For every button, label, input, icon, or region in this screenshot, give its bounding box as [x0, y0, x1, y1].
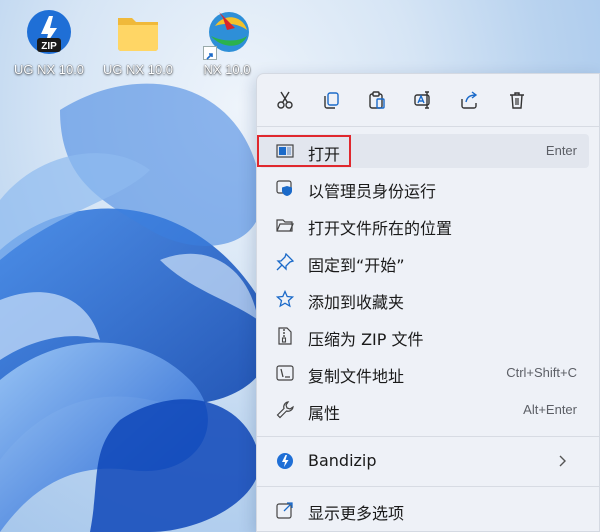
menu-item-shortcut: Ctrl+Shift+C: [506, 365, 577, 380]
delete-button[interactable]: [505, 88, 529, 112]
menu-item-compress-zip[interactable]: 压缩为 ZIP 文件: [259, 319, 589, 353]
shield-icon: [276, 179, 294, 197]
more-options-icon: [276, 501, 294, 519]
menu-item-shortcut: Alt+Enter: [523, 402, 577, 417]
folder-icon: [112, 6, 164, 58]
menu-item-bandizip[interactable]: Bandizip: [259, 444, 589, 478]
rename-button[interactable]: [411, 88, 435, 112]
menu-separator: [257, 486, 599, 487]
wrench-icon: [276, 401, 294, 419]
menu-item-label: 固定到“开始”: [308, 256, 405, 275]
menu-separator: [257, 126, 599, 127]
menu-item-label: 打开: [308, 145, 341, 164]
chevron-right-icon: [557, 453, 567, 467]
desktop-icon-label: UG NX 10.0: [102, 62, 174, 77]
menu-item-label: Bandizip: [308, 451, 377, 470]
menu-item-show-more-options[interactable]: 显示更多选项: [259, 493, 589, 527]
menu-item-open-file-location[interactable]: 打开文件所在的位置: [259, 208, 589, 242]
bandizip-icon: [276, 452, 294, 470]
menu-item-label: 压缩为 ZIP 文件: [308, 330, 424, 349]
menu-item-properties[interactable]: 属性 Alt+Enter: [259, 393, 589, 427]
zip-file-icon: [276, 327, 294, 345]
share-button[interactable]: [457, 88, 481, 112]
cut-button[interactable]: [273, 88, 297, 112]
desktop-icon-ug-nx-folder[interactable]: UG NX 10.0: [95, 6, 181, 77]
menu-item-open[interactable]: 打开 Enter: [259, 134, 589, 168]
menu-item-add-to-favorites[interactable]: 添加到收藏夹: [259, 282, 589, 316]
menu-separator: [257, 436, 599, 437]
menu-item-run-as-admin[interactable]: 以管理员身份运行: [259, 171, 589, 205]
menu-item-label: 打开文件所在的位置: [308, 219, 453, 238]
copy-icon: [324, 92, 339, 109]
menu-item-label: 属性: [308, 404, 341, 423]
folder-open-icon: [276, 216, 294, 234]
desktop-icon-label: UG NX 10.0: [13, 62, 85, 77]
pin-icon: [276, 252, 295, 271]
delete-icon: [510, 92, 524, 109]
context-menu-toolbar: [257, 74, 599, 126]
menu-item-copy-path[interactable]: 复制文件地址 Ctrl+Shift+C: [259, 356, 589, 390]
share-icon: [461, 91, 478, 109]
menu-item-pin-to-start[interactable]: 固定到“开始”: [259, 245, 589, 279]
open-window-icon: [276, 142, 294, 160]
rename-icon: [414, 91, 430, 109]
nx-app-shortcut-icon: [201, 6, 253, 60]
shortcut-arrow-icon: [203, 46, 217, 60]
menu-item-label: 添加到收藏夹: [308, 293, 405, 312]
desktop-icon-nx-shortcut[interactable]: NX 10.0: [184, 6, 270, 77]
context-menu: 打开 Enter 以管理员身份运行 打开文件所在的位置 固定到“开始” 添加到收…: [256, 73, 600, 532]
menu-item-label: 复制文件地址: [308, 367, 405, 386]
cut-icon: [277, 91, 293, 109]
desktop-icon-ug-nx-zip[interactable]: ZIP UG NX 10.0: [6, 6, 92, 77]
paste-button[interactable]: [365, 88, 389, 112]
copy-path-icon: [276, 364, 294, 382]
svg-text:ZIP: ZIP: [41, 41, 57, 52]
star-icon: [275, 289, 295, 308]
menu-item-shortcut: Enter: [545, 143, 577, 158]
menu-item-label: 以管理员身份运行: [308, 182, 437, 201]
copy-button[interactable]: [319, 88, 343, 112]
paste-icon: [369, 91, 385, 109]
menu-item-label: 显示更多选项: [308, 504, 405, 523]
zip-archive-icon: ZIP: [23, 6, 75, 58]
